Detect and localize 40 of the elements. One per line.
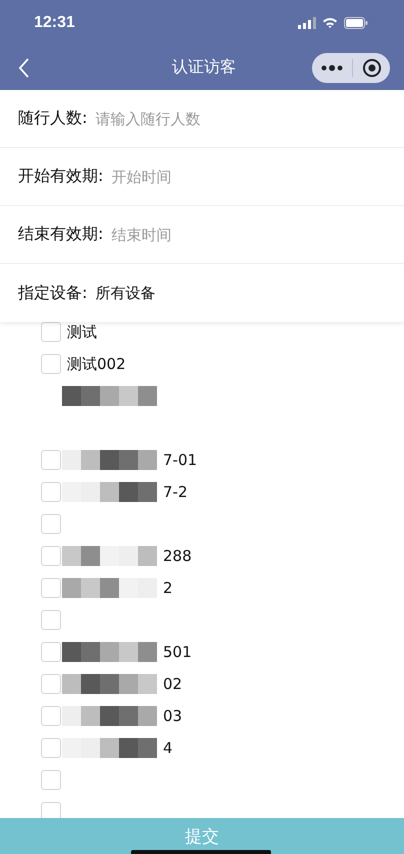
checkbox[interactable] (41, 482, 61, 502)
device-name: 7-2 (163, 483, 188, 501)
device-name: 288 (163, 547, 192, 565)
device-name: 03 (163, 707, 182, 725)
field-label: 指定设备: (18, 282, 88, 304)
checkbox[interactable] (41, 322, 61, 342)
checkbox[interactable] (41, 546, 61, 566)
checkbox[interactable] (41, 674, 61, 694)
checkbox[interactable] (41, 738, 61, 758)
device-name: 测试002 (67, 354, 126, 374)
status-time: 12:31 (34, 14, 75, 32)
close-target-icon[interactable] (362, 58, 382, 78)
checkbox[interactable] (41, 642, 61, 662)
input-field[interactable]: 开始时间 (111, 166, 404, 188)
wifi-icon (322, 16, 338, 28)
device-name: 2 (163, 579, 173, 597)
input-field[interactable]: 所有设备 (95, 282, 404, 304)
field-label: 结束有效期: (18, 224, 104, 245)
checkbox[interactable] (41, 354, 61, 374)
field-label: 随行人数: (18, 108, 88, 129)
page-title: 认证访客 (172, 57, 236, 78)
battery-icon (344, 16, 368, 28)
field-label: 开始有效期: (18, 166, 104, 187)
checkbox[interactable] (41, 514, 61, 534)
device-name: 02 (163, 675, 182, 693)
checkbox[interactable] (41, 802, 61, 818)
device-name: 4 (163, 739, 173, 757)
device-name: 测试 (67, 322, 97, 342)
checkbox[interactable] (41, 450, 61, 470)
checkbox[interactable] (41, 770, 61, 790)
device-name: 7-01 (163, 451, 198, 469)
signal-icon (298, 16, 316, 28)
back-icon[interactable] (18, 58, 30, 78)
checkbox[interactable] (41, 610, 61, 630)
checkbox[interactable] (41, 706, 61, 726)
input-field[interactable]: 结束时间 (111, 224, 404, 246)
checkbox[interactable] (41, 578, 61, 598)
device-name: 501 (163, 643, 192, 661)
more-icon[interactable] (320, 64, 342, 70)
input-field[interactable]: 请输入随行人数 (95, 108, 404, 130)
